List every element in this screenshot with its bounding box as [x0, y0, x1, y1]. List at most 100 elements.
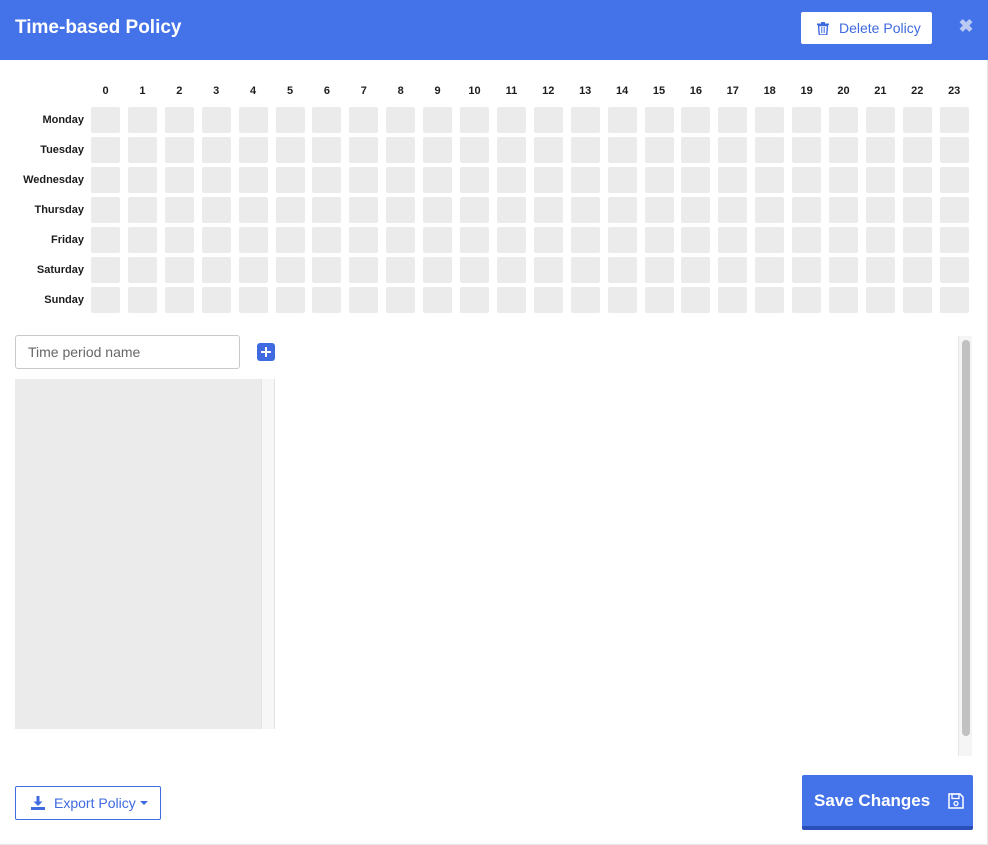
schedule-cell[interactable] [238, 107, 268, 133]
schedule-cell[interactable] [164, 287, 194, 313]
schedule-cell[interactable] [644, 197, 674, 223]
schedule-cell[interactable] [91, 137, 120, 163]
schedule-cell[interactable] [496, 137, 526, 163]
schedule-cell[interactable] [792, 137, 822, 163]
schedule-cell[interactable] [902, 137, 932, 163]
schedule-cell[interactable] [201, 167, 231, 193]
schedule-cell[interactable] [829, 137, 858, 163]
schedule-cell[interactable] [201, 197, 231, 223]
schedule-cell[interactable] [792, 227, 822, 253]
schedule-cell[interactable] [829, 257, 858, 283]
schedule-cell[interactable] [533, 227, 563, 253]
schedule-cell[interactable] [127, 197, 157, 223]
schedule-cell[interactable] [865, 107, 895, 133]
schedule-cell[interactable] [718, 227, 748, 253]
schedule-cell[interactable] [792, 167, 822, 193]
close-icon[interactable]: ✖ [958, 16, 974, 36]
schedule-cell[interactable] [127, 227, 157, 253]
schedule-cell[interactable] [275, 197, 305, 223]
schedule-cell[interactable] [275, 257, 305, 283]
schedule-cell[interactable] [496, 257, 526, 283]
schedule-cell[interactable] [939, 197, 969, 223]
time-period-name-input[interactable] [15, 335, 240, 369]
schedule-cell[interactable] [607, 197, 637, 223]
schedule-cell[interactable] [460, 197, 489, 223]
schedule-cell[interactable] [607, 137, 637, 163]
schedule-cell[interactable] [275, 167, 305, 193]
schedule-cell[interactable] [939, 167, 969, 193]
schedule-cell[interactable] [91, 167, 120, 193]
schedule-cell[interactable] [570, 287, 600, 313]
schedule-cell[interactable] [902, 287, 932, 313]
schedule-cell[interactable] [902, 227, 932, 253]
schedule-cell[interactable] [127, 137, 157, 163]
schedule-cell[interactable] [349, 257, 379, 283]
schedule-cell[interactable] [238, 137, 268, 163]
schedule-cell[interactable] [238, 227, 268, 253]
schedule-cell[interactable] [570, 257, 600, 283]
schedule-cell[interactable] [127, 107, 157, 133]
schedule-cell[interactable] [164, 107, 194, 133]
schedule-cell[interactable] [238, 167, 268, 193]
schedule-cell[interactable] [460, 167, 489, 193]
schedule-cell[interactable] [755, 257, 785, 283]
schedule-cell[interactable] [902, 107, 932, 133]
schedule-cell[interactable] [607, 107, 637, 133]
schedule-cell[interactable] [423, 227, 453, 253]
schedule-cell[interactable] [386, 287, 416, 313]
schedule-cell[interactable] [275, 227, 305, 253]
schedule-cell[interactable] [533, 257, 563, 283]
schedule-cell[interactable] [792, 287, 822, 313]
schedule-cell[interactable] [238, 257, 268, 283]
schedule-cell[interactable] [681, 257, 711, 283]
schedule-cell[interactable] [755, 137, 785, 163]
schedule-cell[interactable] [533, 107, 563, 133]
schedule-cell[interactable] [91, 227, 120, 253]
schedule-cell[interactable] [755, 107, 785, 133]
schedule-cell[interactable] [460, 227, 489, 253]
schedule-cell[interactable] [755, 197, 785, 223]
schedule-cell[interactable] [496, 167, 526, 193]
schedule-cell[interactable] [423, 197, 453, 223]
schedule-cell[interactable] [533, 137, 563, 163]
schedule-cell[interactable] [718, 197, 748, 223]
schedule-cell[interactable] [164, 227, 194, 253]
schedule-cell[interactable] [607, 227, 637, 253]
schedule-cell[interactable] [349, 107, 379, 133]
schedule-cell[interactable] [644, 257, 674, 283]
schedule-cell[interactable] [238, 197, 268, 223]
schedule-cell[interactable] [755, 287, 785, 313]
schedule-cell[interactable] [533, 197, 563, 223]
schedule-cell[interactable] [127, 287, 157, 313]
schedule-cell[interactable] [460, 107, 489, 133]
schedule-cell[interactable] [460, 257, 489, 283]
schedule-cell[interactable] [238, 287, 268, 313]
schedule-cell[interactable] [865, 257, 895, 283]
schedule-cell[interactable] [681, 167, 711, 193]
schedule-cell[interactable] [939, 257, 969, 283]
schedule-cell[interactable] [681, 137, 711, 163]
schedule-cell[interactable] [164, 137, 194, 163]
schedule-cell[interactable] [312, 227, 342, 253]
schedule-cell[interactable] [939, 107, 969, 133]
schedule-cell[interactable] [644, 107, 674, 133]
schedule-cell[interactable] [570, 167, 600, 193]
schedule-cell[interactable] [865, 167, 895, 193]
schedule-cell[interactable] [792, 107, 822, 133]
schedule-cell[interactable] [570, 197, 600, 223]
schedule-cell[interactable] [91, 197, 120, 223]
schedule-cell[interactable] [533, 287, 563, 313]
schedule-cell[interactable] [275, 287, 305, 313]
schedule-cell[interactable] [496, 287, 526, 313]
schedule-cell[interactable] [829, 197, 858, 223]
schedule-cell[interactable] [902, 167, 932, 193]
schedule-cell[interactable] [423, 137, 453, 163]
schedule-cell[interactable] [570, 107, 600, 133]
schedule-cell[interactable] [423, 257, 453, 283]
schedule-cell[interactable] [164, 197, 194, 223]
schedule-cell[interactable] [496, 107, 526, 133]
schedule-cell[interactable] [496, 227, 526, 253]
save-changes-button[interactable]: Save Changes [802, 775, 973, 830]
schedule-cell[interactable] [460, 137, 489, 163]
schedule-cell[interactable] [423, 107, 453, 133]
